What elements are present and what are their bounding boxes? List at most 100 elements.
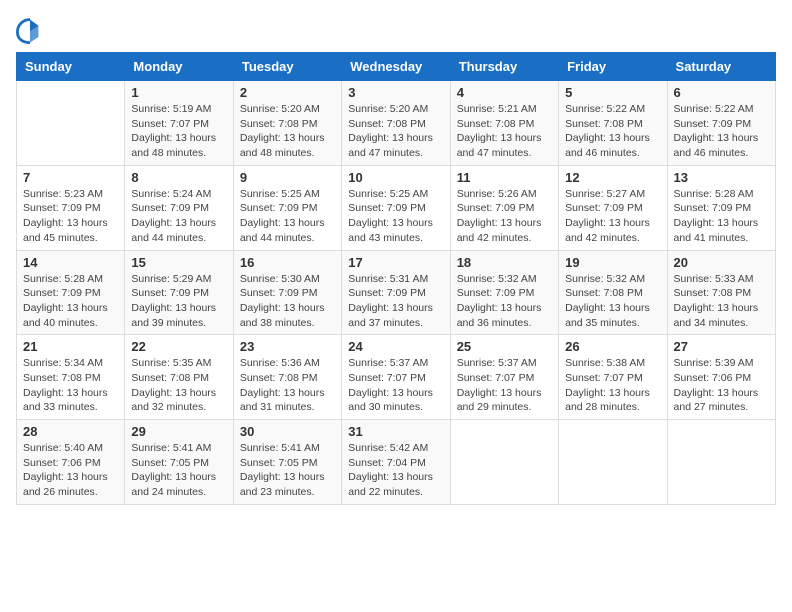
day-info: Sunrise: 5:25 AM Sunset: 7:09 PM Dayligh…: [348, 187, 443, 246]
day-info: Sunrise: 5:33 AM Sunset: 7:08 PM Dayligh…: [674, 272, 769, 331]
day-number: 22: [131, 339, 226, 354]
day-number: 3: [348, 85, 443, 100]
page-header: [16, 16, 776, 44]
calendar-cell: 4 Sunrise: 5:21 AM Sunset: 7:08 PM Daylig…: [450, 81, 558, 166]
day-info: Sunrise: 5:20 AM Sunset: 7:08 PM Dayligh…: [240, 102, 335, 161]
weekday-header-row: SundayMondayTuesdayWednesdayThursdayFrid…: [17, 53, 776, 81]
day-number: 30: [240, 424, 335, 439]
calendar-cell: 16Sunrise: 5:30 AM Sunset: 7:09 PM Dayli…: [233, 250, 341, 335]
day-number: 29: [131, 424, 226, 439]
day-number: 8: [131, 170, 226, 185]
day-info: Sunrise: 5:37 AM Sunset: 7:07 PM Dayligh…: [457, 356, 552, 415]
logo-icon: [16, 16, 44, 44]
calendar-cell: 20 Sunrise: 5:33 AM Sunset: 7:08 PM Dayli…: [667, 250, 775, 335]
calendar-cell: 1Sunrise: 5:19 AM Sunset: 7:07 PM Daylig…: [125, 81, 233, 166]
calendar-cell: 11Sunrise: 5:26 AM Sunset: 7:09 PM Dayli…: [450, 165, 558, 250]
weekday-header-thursday: Thursday: [450, 53, 558, 81]
calendar-cell: [17, 81, 125, 166]
day-info: Sunrise: 5:28 AM Sunset: 7:09 PM Dayligh…: [674, 187, 769, 246]
calendar-cell: 14 Sunrise: 5:28 AM Sunset: 7:09 PM Dayli…: [17, 250, 125, 335]
calendar-cell: 13 Sunrise: 5:28 AM Sunset: 7:09 PM Dayli…: [667, 165, 775, 250]
day-number: 16: [240, 255, 335, 270]
week-row-3: 14 Sunrise: 5:28 AM Sunset: 7:09 PM Dayli…: [17, 250, 776, 335]
calendar-cell: 27 Sunrise: 5:39 AM Sunset: 7:06 PM Dayli…: [667, 335, 775, 420]
weekday-header-tuesday: Tuesday: [233, 53, 341, 81]
day-info: Sunrise: 5:22 AM Sunset: 7:08 PM Dayligh…: [565, 102, 660, 161]
calendar-cell: 23 Sunrise: 5:36 AM Sunset: 7:08 PM Dayli…: [233, 335, 341, 420]
day-number: 18: [457, 255, 552, 270]
day-info: Sunrise: 5:37 AM Sunset: 7:07 PM Dayligh…: [348, 356, 443, 415]
day-info: Sunrise: 5:41 AM Sunset: 7:05 PM Dayligh…: [131, 441, 226, 500]
day-number: 1: [131, 85, 226, 100]
day-number: 20: [674, 255, 769, 270]
week-row-5: 28 Sunrise: 5:40 AM Sunset: 7:06 PM Dayli…: [17, 420, 776, 505]
week-row-2: 7Sunrise: 5:23 AM Sunset: 7:09 PM Daylig…: [17, 165, 776, 250]
day-number: 17: [348, 255, 443, 270]
day-number: 5: [565, 85, 660, 100]
day-info: Sunrise: 5:21 AM Sunset: 7:08 PM Dayligh…: [457, 102, 552, 161]
day-info: Sunrise: 5:35 AM Sunset: 7:08 PM Dayligh…: [131, 356, 226, 415]
day-number: 9: [240, 170, 335, 185]
calendar-cell: 18 Sunrise: 5:32 AM Sunset: 7:09 PM Dayli…: [450, 250, 558, 335]
day-number: 27: [674, 339, 769, 354]
week-row-1: 1Sunrise: 5:19 AM Sunset: 7:07 PM Daylig…: [17, 81, 776, 166]
day-number: 23: [240, 339, 335, 354]
day-info: Sunrise: 5:39 AM Sunset: 7:06 PM Dayligh…: [674, 356, 769, 415]
calendar-cell: 24 Sunrise: 5:37 AM Sunset: 7:07 PM Dayli…: [342, 335, 450, 420]
weekday-header-friday: Friday: [559, 53, 667, 81]
calendar-cell: 7Sunrise: 5:23 AM Sunset: 7:09 PM Daylig…: [17, 165, 125, 250]
day-number: 12: [565, 170, 660, 185]
day-info: Sunrise: 5:27 AM Sunset: 7:09 PM Dayligh…: [565, 187, 660, 246]
calendar-table: SundayMondayTuesdayWednesdayThursdayFrid…: [16, 52, 776, 505]
calendar-cell: 5 Sunrise: 5:22 AM Sunset: 7:08 PM Daylig…: [559, 81, 667, 166]
day-info: Sunrise: 5:29 AM Sunset: 7:09 PM Dayligh…: [131, 272, 226, 331]
day-info: Sunrise: 5:20 AM Sunset: 7:08 PM Dayligh…: [348, 102, 443, 161]
day-info: Sunrise: 5:40 AM Sunset: 7:06 PM Dayligh…: [23, 441, 118, 500]
day-number: 4: [457, 85, 552, 100]
calendar-cell: 19 Sunrise: 5:32 AM Sunset: 7:08 PM Dayli…: [559, 250, 667, 335]
day-info: Sunrise: 5:34 AM Sunset: 7:08 PM Dayligh…: [23, 356, 118, 415]
day-info: Sunrise: 5:38 AM Sunset: 7:07 PM Dayligh…: [565, 356, 660, 415]
calendar-cell: 12 Sunrise: 5:27 AM Sunset: 7:09 PM Dayli…: [559, 165, 667, 250]
calendar-cell: 25 Sunrise: 5:37 AM Sunset: 7:07 PM Dayli…: [450, 335, 558, 420]
day-number: 2: [240, 85, 335, 100]
calendar-cell: 29 Sunrise: 5:41 AM Sunset: 7:05 PM Dayli…: [125, 420, 233, 505]
day-info: Sunrise: 5:32 AM Sunset: 7:09 PM Dayligh…: [457, 272, 552, 331]
day-info: Sunrise: 5:28 AM Sunset: 7:09 PM Dayligh…: [23, 272, 118, 331]
weekday-header-sunday: Sunday: [17, 53, 125, 81]
day-number: 10: [348, 170, 443, 185]
calendar-cell: 6 Sunrise: 5:22 AM Sunset: 7:09 PM Daylig…: [667, 81, 775, 166]
day-number: 21: [23, 339, 118, 354]
day-info: Sunrise: 5:32 AM Sunset: 7:08 PM Dayligh…: [565, 272, 660, 331]
day-info: Sunrise: 5:31 AM Sunset: 7:09 PM Dayligh…: [348, 272, 443, 331]
calendar-cell: 30Sunrise: 5:41 AM Sunset: 7:05 PM Dayli…: [233, 420, 341, 505]
calendar-cell: 22 Sunrise: 5:35 AM Sunset: 7:08 PM Dayli…: [125, 335, 233, 420]
day-number: 26: [565, 339, 660, 354]
day-info: Sunrise: 5:42 AM Sunset: 7:04 PM Dayligh…: [348, 441, 443, 500]
day-info: Sunrise: 5:36 AM Sunset: 7:08 PM Dayligh…: [240, 356, 335, 415]
day-info: Sunrise: 5:22 AM Sunset: 7:09 PM Dayligh…: [674, 102, 769, 161]
calendar-cell: [667, 420, 775, 505]
calendar-cell: 17 Sunrise: 5:31 AM Sunset: 7:09 PM Dayli…: [342, 250, 450, 335]
calendar-cell: 26 Sunrise: 5:38 AM Sunset: 7:07 PM Dayli…: [559, 335, 667, 420]
calendar-cell: 8Sunrise: 5:24 AM Sunset: 7:09 PM Daylig…: [125, 165, 233, 250]
day-number: 25: [457, 339, 552, 354]
day-number: 28: [23, 424, 118, 439]
weekday-header-wednesday: Wednesday: [342, 53, 450, 81]
calendar-cell: 31 Sunrise: 5:42 AM Sunset: 7:04 PM Dayli…: [342, 420, 450, 505]
day-number: 13: [674, 170, 769, 185]
day-number: 31: [348, 424, 443, 439]
logo: [16, 16, 48, 44]
calendar-cell: 9Sunrise: 5:25 AM Sunset: 7:09 PM Daylig…: [233, 165, 341, 250]
calendar-cell: 28 Sunrise: 5:40 AM Sunset: 7:06 PM Dayli…: [17, 420, 125, 505]
calendar-cell: 2 Sunrise: 5:20 AM Sunset: 7:08 PM Daylig…: [233, 81, 341, 166]
day-number: 15: [131, 255, 226, 270]
calendar-cell: [559, 420, 667, 505]
calendar-cell: 3 Sunrise: 5:20 AM Sunset: 7:08 PM Daylig…: [342, 81, 450, 166]
weekday-header-saturday: Saturday: [667, 53, 775, 81]
day-number: 7: [23, 170, 118, 185]
day-number: 14: [23, 255, 118, 270]
day-number: 19: [565, 255, 660, 270]
day-number: 6: [674, 85, 769, 100]
day-number: 24: [348, 339, 443, 354]
